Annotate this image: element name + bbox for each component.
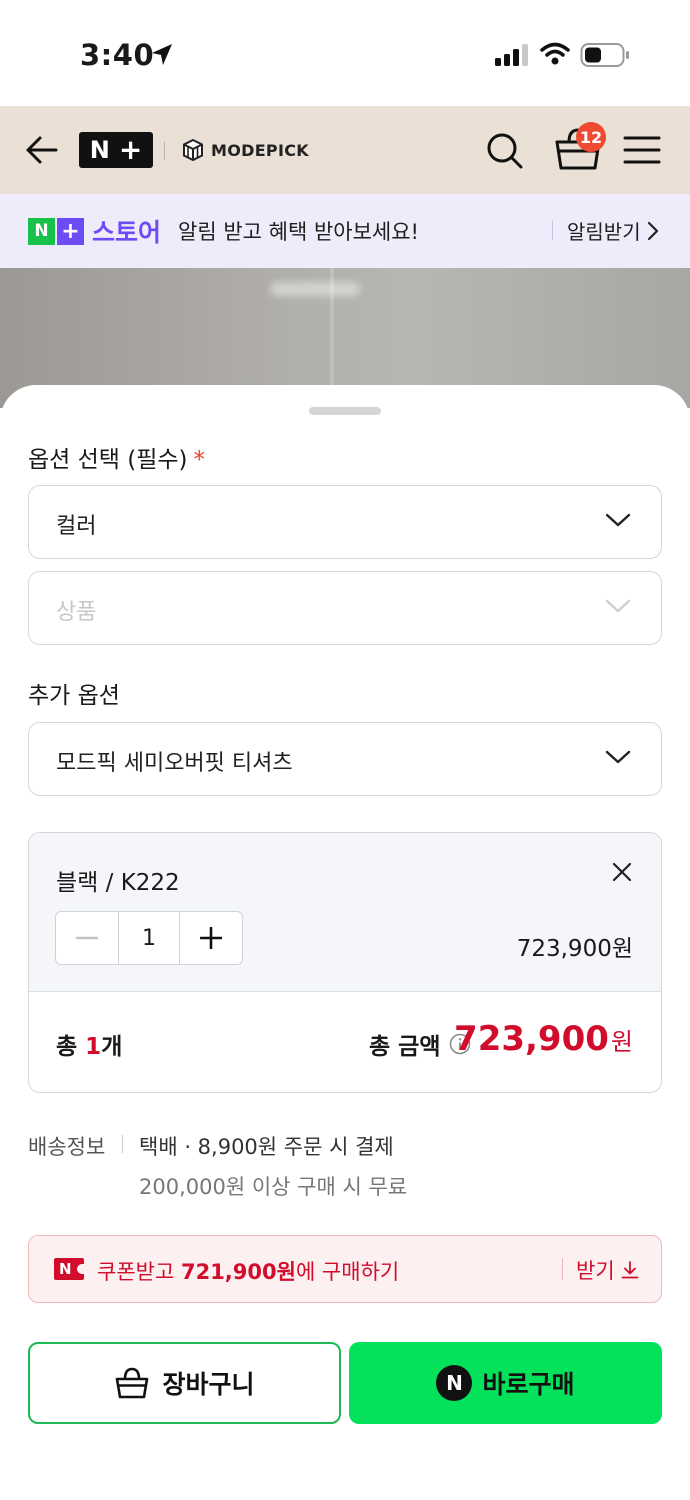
store-name: 스토어 <box>92 218 162 247</box>
quantity-stepper: 1 <box>55 911 243 965</box>
total-count-suffix: 개 <box>101 1034 123 1060</box>
naver-pay-icon: N <box>436 1365 473 1401</box>
coupon-price: 721,900원 <box>180 1260 296 1284</box>
chevron-down-icon <box>605 599 631 613</box>
product-select-placeholder: 상품 <box>56 600 97 625</box>
delivery-fee-info: 택배 · 8,900원 주문 시 결제 <box>139 1135 394 1159</box>
notification-subscribe-label: 알림받기 <box>567 220 641 244</box>
total-count-value: 1 <box>85 1034 102 1060</box>
quantity-value[interactable]: 1 <box>118 912 180 964</box>
buy-now-button[interactable]: N 바로구매 <box>349 1342 662 1424</box>
total-amount-value: 723,900 <box>454 1019 609 1059</box>
wifi-icon <box>540 42 570 65</box>
naver-plus-store-logo: N + 스토어 <box>28 216 162 247</box>
naver-plus-logo[interactable]: N + <box>79 132 153 168</box>
coupon-divider <box>562 1258 563 1280</box>
location-arrow-icon <box>152 44 172 65</box>
selected-item-name: 블랙 / K222 <box>56 870 180 896</box>
buy-now-label: 바로구매 <box>482 1370 575 1399</box>
modepick-cube-icon <box>183 138 203 162</box>
add-to-cart-label: 장바구니 <box>162 1370 255 1399</box>
back-arrow-icon[interactable] <box>22 128 62 172</box>
chevron-down-icon <box>605 513 631 527</box>
quantity-decrease-button[interactable] <box>56 912 118 964</box>
additional-options-title: 추가 옵션 <box>28 683 120 709</box>
chevron-right-icon <box>647 221 658 240</box>
additional-option-label: 모드픽 세미오버핏 티셔츠 <box>56 751 293 776</box>
coupon-text-suffix: 에 구매하기 <box>295 1260 400 1284</box>
logo-plus: + <box>118 133 143 166</box>
selected-item-card: 블랙 / K222 1 723,900원 총 1개 총 금액 723,900원 <box>28 832 662 1093</box>
total-count-prefix: 총 <box>56 1034 86 1060</box>
selected-item-price: 723,900원 <box>516 936 633 962</box>
logo-n: N <box>89 136 110 164</box>
brand-name: MODEPICK <box>211 140 309 160</box>
required-options-label: 옵션 선택 (필수) <box>28 447 188 473</box>
backdrop-light <box>270 282 360 296</box>
total-amount-unit: 원 <box>610 1028 633 1056</box>
color-select[interactable]: 컬러 <box>28 485 662 559</box>
coupon-download-button[interactable]: 받기 <box>576 1255 639 1285</box>
header-divider <box>164 142 165 160</box>
total-amount: 723,900원 <box>454 1019 633 1059</box>
selected-item-row: 블랙 / K222 1 723,900원 <box>29 833 661 992</box>
status-bar: 3:40 <box>0 0 690 106</box>
additional-option-select[interactable]: 모드픽 세미오버핏 티셔츠 <box>28 722 662 796</box>
menu-icon[interactable] <box>623 134 661 166</box>
required-options-title: 옵션 선택 (필수) * <box>28 440 205 474</box>
download-icon <box>621 1261 639 1279</box>
total-count: 총 1개 <box>56 1027 122 1061</box>
delivery-info-label: 배송정보 <box>28 1135 106 1159</box>
quantity-increase-button[interactable] <box>180 912 242 964</box>
chevron-down-icon <box>605 750 631 764</box>
naver-coupon-icon: N <box>54 1258 85 1280</box>
coupon-text-prefix: 쿠폰받고 <box>97 1260 181 1284</box>
search-icon[interactable] <box>484 128 524 172</box>
coupon-download-label: 받기 <box>576 1259 615 1283</box>
free-shipping-condition: 200,000원 이상 구매 시 무료 <box>139 1175 408 1199</box>
banner-message: 알림 받고 혜택 받아보세요! <box>178 220 419 244</box>
delivery-divider <box>122 1135 123 1153</box>
store-logo-plus: + <box>57 217 84 245</box>
minus-icon <box>76 936 98 940</box>
total-amount-label-text: 총 금액 <box>369 1034 441 1060</box>
banner-divider <box>552 220 553 240</box>
battery-icon <box>580 43 629 67</box>
color-select-label: 컬러 <box>56 514 97 539</box>
shopping-basket-icon <box>116 1367 149 1399</box>
cart-count-badge: 12 <box>576 122 606 152</box>
cellular-signal-icon <box>495 44 528 66</box>
sheet-drag-handle[interactable] <box>309 407 381 415</box>
plus-icon <box>200 927 222 949</box>
add-to-cart-button[interactable]: 장바구니 <box>28 1342 341 1424</box>
coupon-banner[interactable]: N 쿠폰받고 721,900원에 구매하기 받기 <box>28 1235 662 1303</box>
product-select[interactable]: 상품 <box>28 571 662 645</box>
status-time: 3:40 <box>80 38 155 72</box>
brand-logo[interactable]: MODEPICK <box>181 136 309 164</box>
coupon-message: 쿠폰받고 721,900원에 구매하기 <box>97 1256 399 1286</box>
close-icon[interactable] <box>611 861 633 883</box>
notification-subscribe-button[interactable]: 알림받기 <box>567 216 659 245</box>
store-logo-n: N <box>28 217 55 245</box>
required-mark: * <box>193 447 206 473</box>
